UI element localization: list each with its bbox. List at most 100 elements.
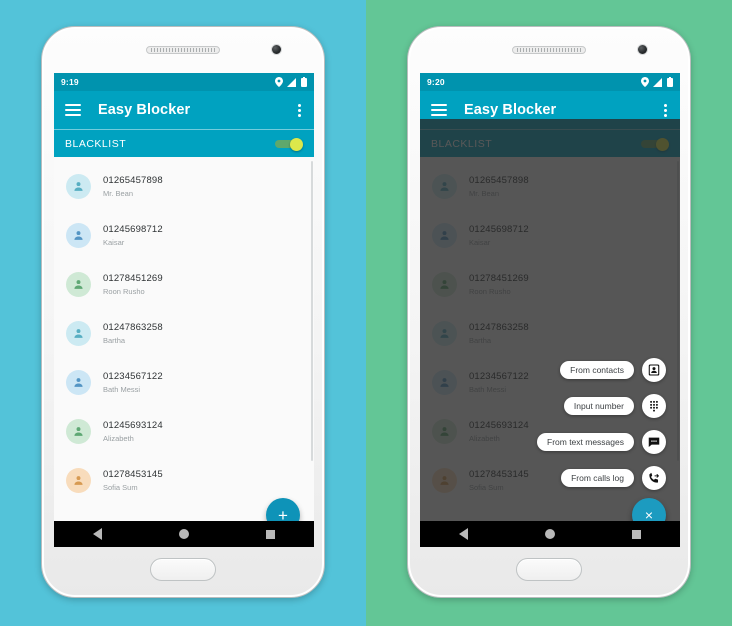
person-icon (74, 182, 83, 191)
speed-dial-item[interactable]: From text messages (537, 430, 666, 454)
contact-name: Kaisar (103, 237, 125, 247)
phone-screen-left: 9:19 Easy Blocker BLACKLIST 01265457898 … (54, 73, 314, 547)
phone-top-bezel (408, 27, 690, 73)
speed-dial-item[interactable]: From contacts (560, 358, 666, 382)
phone-screen-right: 9:20 Easy Blocker BLACKLIST (420, 73, 680, 547)
earpiece-speaker-icon (512, 46, 586, 54)
contact-number: 01278453145 (103, 468, 163, 480)
contact-row[interactable]: 01278453145 Sofia Sum (54, 456, 314, 505)
speed-dial-item[interactable]: Input number (563, 394, 666, 418)
home-circle-icon[interactable] (178, 529, 189, 539)
phone-bottom-bezel (42, 545, 324, 597)
phone-device-left: 9:19 Easy Blocker BLACKLIST 01265457898 … (41, 26, 325, 598)
hamburger-icon[interactable] (65, 104, 81, 116)
contact-name: Bartha (103, 335, 126, 345)
contact-row[interactable]: 01265457898 Mr. Bean (54, 162, 314, 211)
avatar (66, 223, 91, 248)
contact-row[interactable]: 01278451269 Roon Rusho (54, 260, 314, 309)
avatar (66, 468, 91, 493)
toggle-thumb (290, 137, 303, 151)
home-circle-icon[interactable] (544, 529, 555, 539)
blacklist-toggle[interactable] (275, 137, 303, 151)
status-icon-group (641, 77, 673, 87)
physical-home-button[interactable] (150, 558, 216, 581)
dialpad-icon[interactable] (642, 394, 666, 418)
avatar (66, 370, 91, 395)
kebab-menu-icon[interactable] (298, 103, 301, 117)
speed-dial-item[interactable]: From calls log (561, 466, 666, 490)
contact-row[interactable]: 01234567122 Bath Messi (54, 358, 314, 407)
android-navigation-bar (54, 521, 314, 547)
status-time: 9:20 (427, 77, 445, 87)
avatar (66, 272, 91, 297)
list-scrollbar[interactable] (311, 161, 313, 461)
phone-bottom-bezel (408, 545, 690, 597)
panel-left: 9:19 Easy Blocker BLACKLIST 01265457898 … (0, 0, 366, 626)
recents-square-icon[interactable] (266, 529, 276, 539)
speed-dial-label[interactable]: From calls log (561, 469, 634, 487)
back-triangle-icon[interactable] (92, 528, 102, 540)
android-navigation-bar (420, 521, 680, 547)
avatar (66, 419, 91, 444)
battery-icon (301, 77, 307, 87)
physical-home-button[interactable] (516, 558, 582, 581)
contact-number: 01234567122 (103, 370, 163, 382)
person-icon (74, 280, 83, 289)
speed-dial-label[interactable]: From contacts (560, 361, 634, 379)
dual-phone-mockup: 9:19 Easy Blocker BLACKLIST 01265457898 … (0, 0, 732, 626)
avatar (66, 174, 91, 199)
blacklist-label: BLACKLIST (65, 137, 127, 150)
call-log-icon[interactable] (642, 466, 666, 490)
message-icon[interactable] (642, 430, 666, 454)
contact-row[interactable]: 01247863258 Bartha (54, 309, 314, 358)
contact-text: 01245698712 Kaisar (103, 224, 163, 247)
speed-dial-label[interactable]: Input number (563, 397, 634, 415)
contact-number: 01278451269 (103, 272, 163, 284)
speed-dial-menu: From contacts Input number From text messa… (537, 358, 666, 490)
phone-top-bezel (42, 27, 324, 73)
recents-square-icon[interactable] (632, 529, 642, 539)
signal-icon (287, 77, 296, 87)
contact-number: 01265457898 (103, 174, 163, 186)
contact-row[interactable]: 01245698712 Kaisar (54, 211, 314, 260)
front-camera-icon (637, 44, 648, 55)
speed-dial-label[interactable]: From text messages (537, 433, 634, 451)
signal-icon (653, 77, 662, 87)
contact-number: 01247863258 (103, 321, 163, 333)
hamburger-icon[interactable] (431, 104, 447, 116)
person-icon (74, 476, 83, 485)
location-icon (641, 77, 649, 87)
contact-name: Mr. Bean (103, 188, 134, 198)
app-bar: Easy Blocker (54, 91, 314, 129)
contact-text: 01265457898 Mr. Bean (103, 175, 163, 198)
contact-text: 01234567122 Bath Messi (103, 371, 163, 394)
contact-list-left[interactable]: 01265457898 Mr. Bean 01245698712 Kaisar 0127… (54, 157, 314, 521)
front-camera-icon (271, 44, 282, 55)
contact-text: 01245693124 Alizabeth (103, 420, 163, 443)
contact-row[interactable]: 01245693124 Alizabeth (54, 407, 314, 456)
contact-number: 01245698712 (103, 223, 163, 235)
location-icon (275, 77, 283, 87)
battery-icon (667, 77, 673, 87)
contact-card-icon[interactable] (642, 358, 666, 382)
status-bar: 9:20 (420, 73, 680, 91)
contact-name: Sofia Sum (103, 482, 138, 492)
earpiece-speaker-icon (146, 46, 220, 54)
contact-name: Bath Messi (103, 384, 141, 394)
panel-right: 9:20 Easy Blocker BLACKLIST (366, 0, 732, 626)
person-icon (74, 427, 83, 436)
avatar (66, 321, 91, 346)
page-title: Easy Blocker (464, 102, 557, 118)
contact-text: 01247863258 Bartha (103, 322, 163, 345)
phone-device-right: 9:20 Easy Blocker BLACKLIST (407, 26, 691, 598)
page-title: Easy Blocker (98, 102, 191, 118)
status-icon-group (275, 77, 307, 87)
person-icon (74, 231, 83, 240)
blacklist-subbar: BLACKLIST (54, 129, 314, 157)
status-time: 9:19 (61, 77, 79, 87)
contact-text: 01278451269 Roon Rusho (103, 273, 163, 296)
back-triangle-icon[interactable] (458, 528, 468, 540)
person-icon (74, 378, 83, 387)
kebab-menu-icon[interactable] (664, 103, 667, 117)
contact-number: 01245693124 (103, 419, 163, 431)
